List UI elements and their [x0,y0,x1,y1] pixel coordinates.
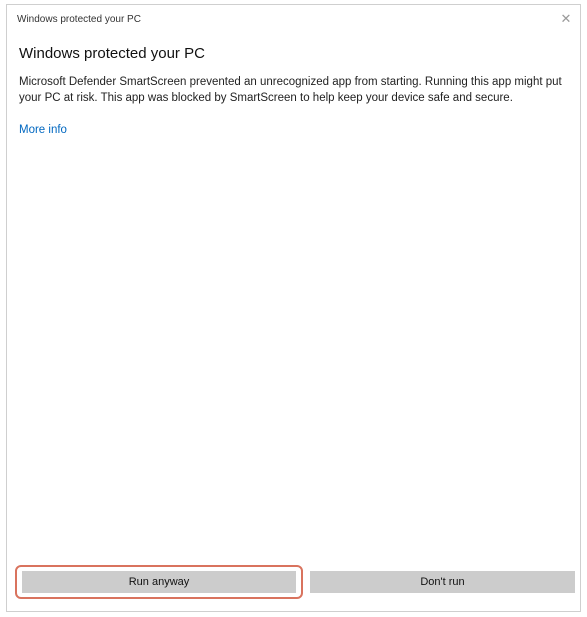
run-anyway-button[interactable]: Run anyway [22,571,296,593]
title-bar: Windows protected your PC ✕ [7,5,580,33]
close-icon: ✕ [560,11,572,26]
dialog-message: Microsoft Defender SmartScreen prevented… [19,76,562,104]
window-title: Windows protected your PC [17,14,141,25]
button-row: Run anyway Don't run [15,565,581,599]
more-info-link[interactable]: More info [19,124,67,136]
close-button[interactable]: ✕ [552,5,580,33]
dialog-content: Windows protected your PC Microsoft Defe… [19,45,568,138]
dialog-heading: Windows protected your PC [19,45,205,62]
dont-run-button[interactable]: Don't run [310,571,575,593]
dialog-window: Windows protected your PC ✕ Windows prot… [6,4,581,612]
